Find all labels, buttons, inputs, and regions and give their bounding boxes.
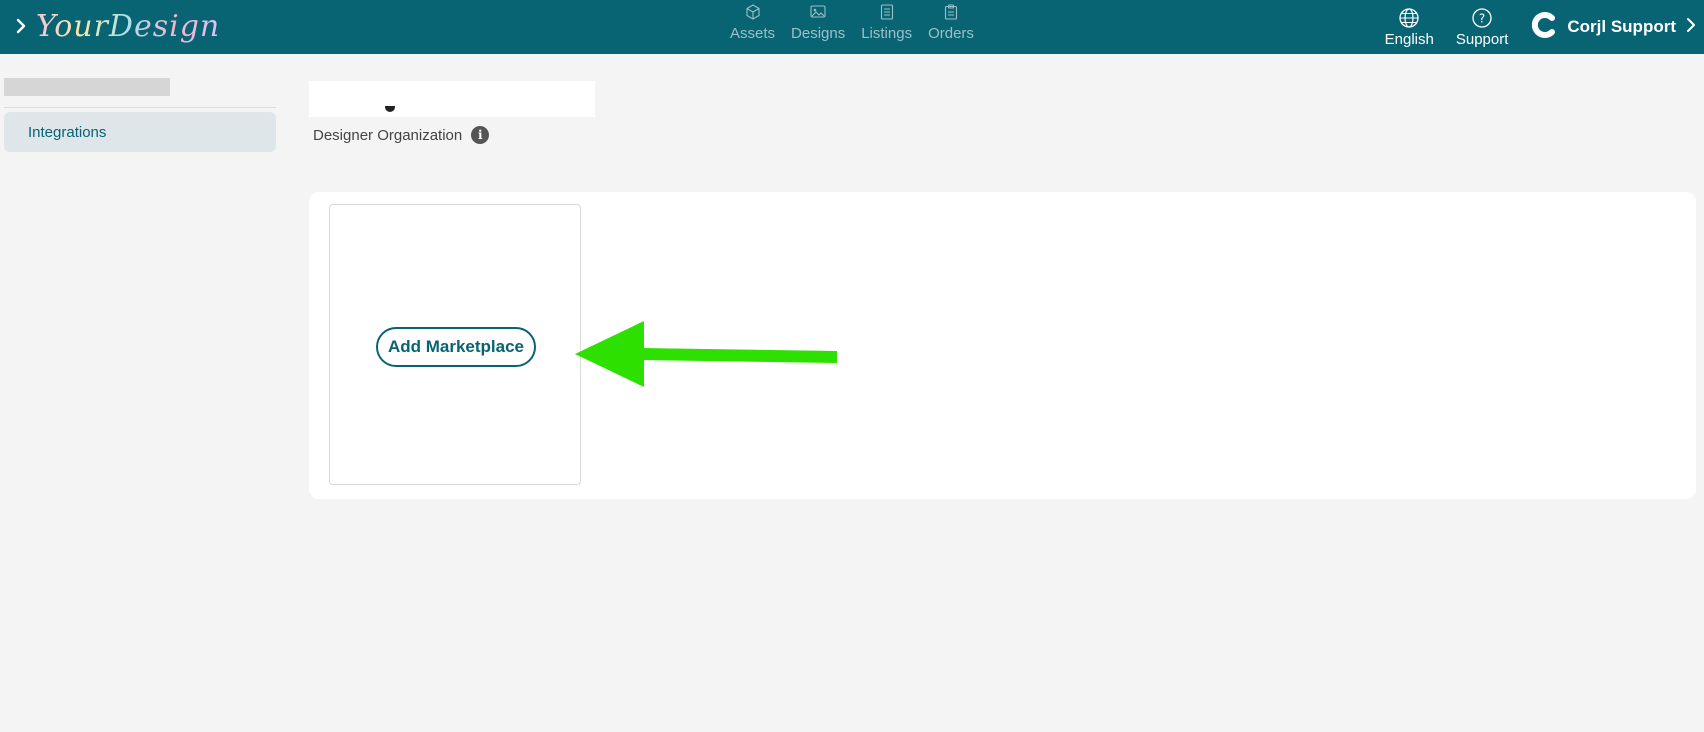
nav-designs-label: Designs <box>791 25 846 42</box>
help-icon: ? <box>1471 7 1493 29</box>
language-selector[interactable]: English <box>1385 7 1434 48</box>
nav-designs[interactable]: Designs <box>783 0 853 54</box>
your-design-logo[interactable]: YourDesign <box>36 2 220 50</box>
nav-listings-label: Listings <box>861 25 913 42</box>
support-link[interactable]: ? Support <box>1455 7 1509 48</box>
clipboard-icon <box>944 2 958 22</box>
svg-text:?: ? <box>1479 11 1485 25</box>
sidebar-title-placeholder <box>4 78 170 96</box>
cube-icon <box>745 2 761 22</box>
main-nav: Assets Designs Listings Orders <box>722 0 982 54</box>
nav-assets[interactable]: Assets <box>722 0 783 54</box>
integrations-panel: Add Marketplace <box>309 192 1696 499</box>
nav-orders-label: Orders <box>928 25 974 42</box>
sidebar-divider <box>4 107 276 108</box>
header-tools: English ? Support Corjl Support <box>1374 0 1704 54</box>
nav-assets-label: Assets <box>730 25 776 42</box>
support-label: Support <box>1455 30 1509 48</box>
page-title-placeholder <box>309 81 595 117</box>
expand-sidebar-chevron-icon[interactable] <box>12 13 30 39</box>
sidebar: Integrations <box>4 78 276 152</box>
sidebar-item-integrations[interactable]: Integrations <box>4 112 276 152</box>
add-marketplace-button[interactable]: Add Marketplace <box>376 327 536 367</box>
nav-listings[interactable]: Listings <box>853 0 920 54</box>
chevron-right-icon <box>1686 17 1696 37</box>
corjl-logo-icon <box>1531 11 1559 43</box>
add-marketplace-label: Add Marketplace <box>387 337 525 356</box>
title-glyph-fragment <box>385 106 395 112</box>
annotation-arrow-icon <box>575 318 840 392</box>
top-bar: YourDesign Assets Designs Listings Order… <box>0 0 1704 54</box>
language-label: English <box>1384 30 1434 48</box>
page-subtitle: Designer Organization i <box>313 126 490 144</box>
sidebar-item-label: Integrations <box>28 123 107 141</box>
layers-icon <box>809 2 827 22</box>
globe-icon <box>1398 7 1420 29</box>
info-icon[interactable]: i <box>471 126 490 144</box>
user-name: Corjl Support <box>1567 17 1676 36</box>
marketplace-card: Add Marketplace <box>329 204 581 485</box>
nav-orders[interactable]: Orders <box>920 0 982 54</box>
subtitle-text: Designer Organization <box>313 126 463 144</box>
list-icon <box>880 2 894 22</box>
user-menu[interactable]: Corjl Support <box>1531 11 1696 43</box>
logo-text: YourDesign <box>36 8 221 44</box>
